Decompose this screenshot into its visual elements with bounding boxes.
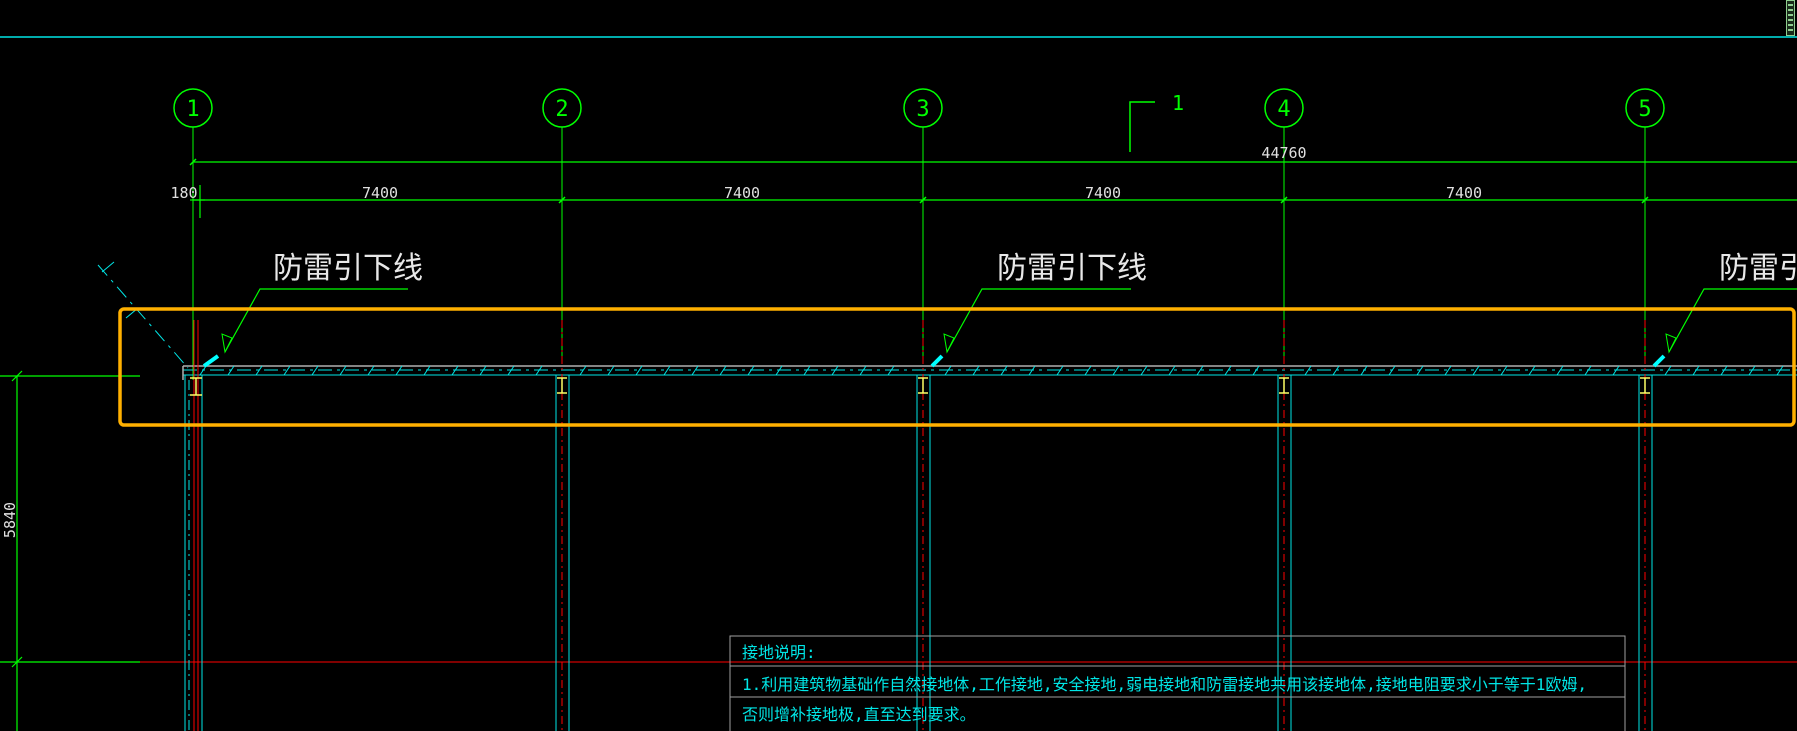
axis-label-3: 3 <box>916 97 929 122</box>
notes-line-1: 1.利用建筑物基础作自然接地体,工作接地,安全接地,弱电接地和防雷接地共用该接地… <box>742 675 1587 694</box>
axis-label-1: 1 <box>186 97 199 122</box>
diagonal-tick-1 <box>101 261 115 273</box>
span-dimension-4: 7400 <box>1446 184 1482 202</box>
notes-title: 接地说明: <box>742 643 816 662</box>
axis-bubble-1[interactable]: 1 <box>173 88 213 128</box>
axis-label-2: 2 <box>555 97 568 122</box>
section-marker[interactable]: 1 <box>1129 91 1184 152</box>
callout-3-text: 防雷引 <box>1719 251 1797 286</box>
axis-bubble-2[interactable]: 2 <box>542 88 582 128</box>
axis-bubble-3[interactable]: 3 <box>903 88 943 128</box>
column-markers <box>190 377 1650 396</box>
callout-1-text: 防雷引下线 <box>273 251 423 286</box>
height-dimension-text: 5840 <box>1 502 19 538</box>
diagonal-guide-line <box>97 264 189 369</box>
total-dimension-text: 44760 <box>1261 144 1306 162</box>
axis-label-4: 4 <box>1277 97 1290 122</box>
callout-2-text: 防雷引下线 <box>997 251 1147 286</box>
dimension-ticks <box>189 158 1649 204</box>
axis-bubble-4[interactable]: 4 <box>1264 88 1304 128</box>
axis-label-5: 5 <box>1638 97 1651 122</box>
span-dimension-3: 7400 <box>1085 184 1121 202</box>
scrollbar-thumb[interactable] <box>1786 0 1795 36</box>
height-dimension <box>0 370 140 731</box>
grounding-notes-table: 接地说明: 1.利用建筑物基础作自然接地体,工作接地,安全接地,弱电接地和防雷接… <box>729 635 1626 731</box>
axis-bubble-5[interactable]: 5 <box>1625 88 1665 128</box>
cad-drawing-canvas[interactable]: 1 2 3 4 5 1 44760 180 7400 7400 7400 740… <box>0 0 1797 731</box>
notes-line-2: 否则增补接地极,直至达到要求。 <box>742 705 976 724</box>
dimension-lines <box>190 161 1797 218</box>
span-dimension-1: 7400 <box>362 184 398 202</box>
section-marker-label: 1 <box>1172 91 1184 115</box>
column-1 <box>184 320 203 731</box>
offset-dimension-text: 180 <box>170 184 197 202</box>
span-dimension-2: 7400 <box>724 184 760 202</box>
highlight-box[interactable] <box>118 307 1796 427</box>
